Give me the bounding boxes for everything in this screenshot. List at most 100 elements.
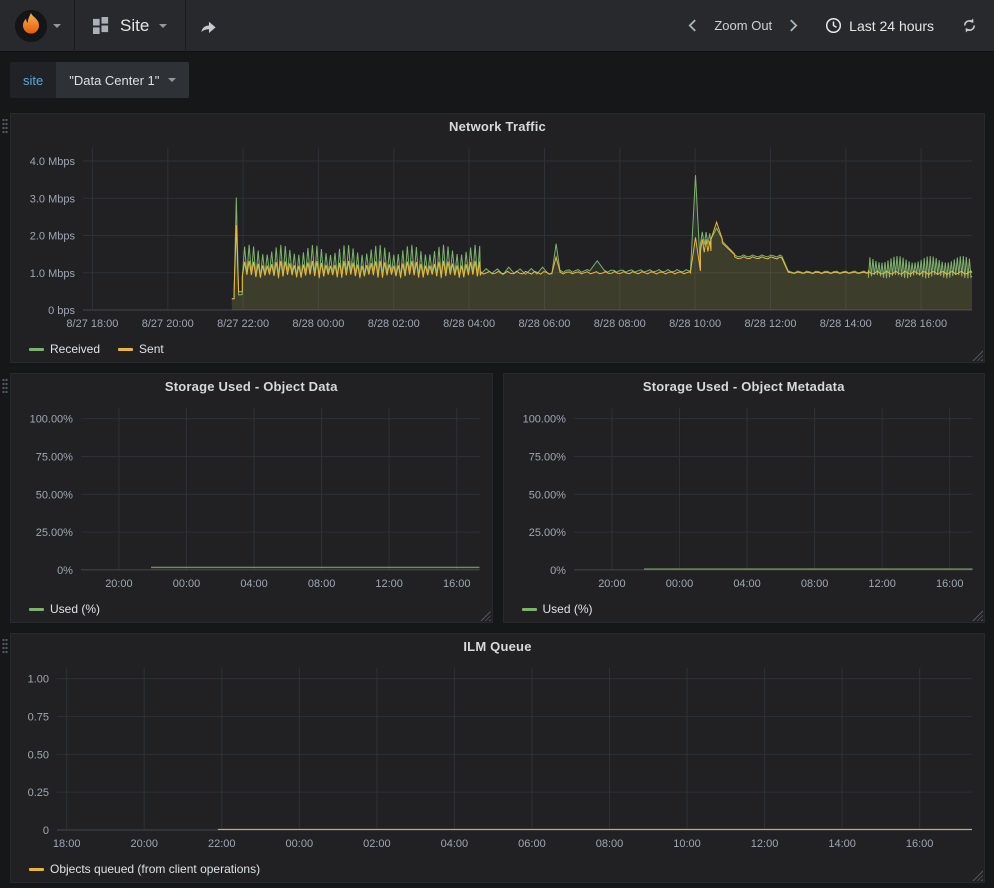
y-tick-label: 100.00% [522,414,566,426]
y-tick-label: 0.25 [28,787,49,799]
panel-title[interactable]: Storage Used - Object Data [11,374,492,398]
y-tick-label: 3.0 Mbps [30,193,76,205]
x-tick-label: 06:00 [518,838,546,850]
dashboard-picker[interactable]: Site [75,0,185,51]
legend-series-marker [29,348,44,351]
y-tick-label: 0% [57,565,73,577]
dashboard-row: ILM Queue 00.250.500.751.0018:0020:0022:… [10,633,985,883]
row-drag-handle[interactable] [2,638,8,653]
row-drag-handle[interactable] [2,118,8,133]
legend-item[interactable]: Objects queued (from client operations) [29,862,260,876]
legend-item[interactable]: Used (%) [522,602,593,616]
legend-item[interactable]: Used (%) [29,602,100,616]
chart-gridlines [573,408,972,570]
time-range-picker[interactable]: Last 24 hours [811,0,948,52]
x-tick-label: 16:00 [906,838,934,850]
x-tick-label: 20:00 [130,838,158,850]
y-tick-label: 1.0 Mbps [30,268,76,280]
chart-gridlines [81,408,480,570]
x-tick-label: 00:00 [173,578,200,590]
x-tick-label: 12:00 [868,578,895,590]
legend-series-label: Used (%) [50,602,100,616]
y-tick-label: 75.00% [528,451,565,463]
legend-item[interactable]: Received [29,342,100,356]
x-tick-label: 8/28 12:00 [744,318,796,330]
chevron-right-icon [789,18,798,33]
x-tick-label: 8/27 20:00 [142,318,194,330]
panel-title[interactable]: Network Traffic [11,114,984,138]
y-tick-label: 0 bps [48,305,75,317]
legend-series-marker [29,608,44,611]
chevron-down-icon [53,24,61,28]
legend-series-label: Sent [139,342,164,356]
ilm-queue-chart[interactable]: 00.250.500.751.0018:0020:0022:0000:0002:… [11,658,984,858]
x-tick-label: 02:00 [363,838,391,850]
variables-bar: site "Data Center 1" [0,52,994,110]
legend-item[interactable]: Sent [118,342,164,356]
y-tick-label: 75.00% [36,451,73,463]
variable-current-value: "Data Center 1" [69,73,159,88]
y-tick-label: 100.00% [30,414,74,426]
chevron-down-icon [159,24,167,28]
x-tick-label: 8/28 06:00 [518,318,570,330]
row-drag-handle[interactable] [2,378,8,393]
grafana-flame-icon [14,9,48,43]
x-tick-label: 8/28 14:00 [820,318,872,330]
panel-ilm-queue: ILM Queue 00.250.500.751.0018:0020:0022:… [10,633,985,883]
chevron-left-icon [688,18,697,33]
navbar: Site Zoom Out Last 24 hours [0,0,994,52]
clock-icon [825,17,842,34]
panel-title[interactable]: ILM Queue [11,634,984,658]
x-tick-label: 00:00 [665,578,692,590]
chart-legend: Objects queued (from client operations) [11,858,984,880]
panel-storage-object-metadata: Storage Used - Object Metadata 0%25.00%5… [503,373,986,623]
chart-legend: Used (%) [504,598,985,620]
x-tick-label: 04:00 [240,578,267,590]
chevron-down-icon [168,78,176,82]
x-tick-label: 04:00 [733,578,760,590]
panel-title[interactable]: Storage Used - Object Metadata [504,374,985,398]
y-tick-label: 0.50 [28,749,49,761]
y-tick-label: 0.75 [28,711,49,723]
zoom-out-button[interactable]: Zoom Out [710,18,776,33]
y-tick-label: 25.00% [528,527,565,539]
dashboard-row: Storage Used - Object Data 0%25.00%50.00… [10,373,985,623]
time-forward-button[interactable] [776,0,811,52]
variable-label: site [10,62,56,98]
legend-series-marker [29,868,44,871]
x-tick-label: 12:00 [751,838,779,850]
x-tick-label: 8/28 16:00 [895,318,947,330]
chart-legend: Used (%) [11,598,492,620]
x-tick-label: 08:00 [308,578,335,590]
share-button[interactable] [186,0,231,52]
dashboard-title: Site [120,16,149,36]
variable-site-dropdown[interactable]: site "Data Center 1" [10,62,189,98]
x-tick-label: 16:00 [935,578,962,590]
legend-series-label: Received [50,342,100,356]
panel-network-traffic: Network Traffic 0 bps1.0 Mbps2.0 Mbps3.0… [10,113,985,363]
x-tick-label: 8/27 18:00 [66,318,118,330]
x-tick-label: 10:00 [673,838,701,850]
y-tick-label: 4.0 Mbps [30,156,76,168]
legend-series-marker [118,348,133,351]
x-tick-label: 22:00 [208,838,236,850]
grafana-logo-button[interactable] [0,0,74,51]
x-tick-label: 08:00 [596,838,624,850]
chart-legend: Received Sent [11,338,984,360]
share-icon [199,17,218,34]
x-tick-label: 18:00 [53,838,81,850]
variable-value[interactable]: "Data Center 1" [56,62,189,98]
x-tick-label: 8/28 02:00 [368,318,420,330]
time-back-button[interactable] [675,0,710,52]
y-tick-label: 1.00 [28,674,49,686]
x-tick-label: 8/28 08:00 [594,318,646,330]
refresh-button[interactable] [948,0,994,52]
storage-object-data-chart[interactable]: 0%25.00%50.00%75.00%100.00%20:0000:0004:… [11,398,492,598]
storage-object-metadata-chart[interactable]: 0%25.00%50.00%75.00%100.00%20:0000:0004:… [504,398,985,598]
dashboard-grid: Network Traffic 0 bps1.0 Mbps2.0 Mbps3.0… [0,110,994,883]
network-traffic-chart[interactable]: 0 bps1.0 Mbps2.0 Mbps3.0 Mbps4.0 Mbps8/2… [11,138,984,338]
x-tick-label: 20:00 [105,578,132,590]
x-tick-label: 8/27 22:00 [217,318,269,330]
x-tick-label: 04:00 [441,838,469,850]
legend-series-label: Objects queued (from client operations) [50,862,260,876]
